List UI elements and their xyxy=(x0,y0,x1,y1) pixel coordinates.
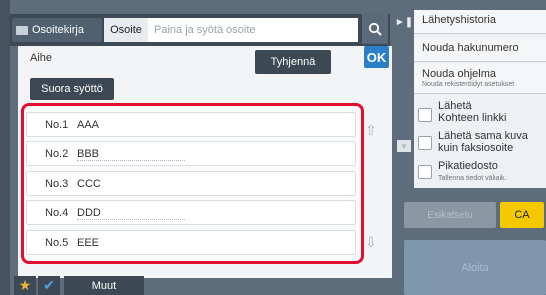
send-history-label: Lähetyshistoria xyxy=(422,14,496,26)
item-name: EEE xyxy=(77,237,100,249)
direct-entry-button[interactable]: Suora syöttö xyxy=(30,78,114,100)
send-fax-line-2: kuin faksiosoite xyxy=(438,142,514,154)
ok-button[interactable]: OK xyxy=(364,46,389,68)
send-fax-label: Lähetä sama kuva kuin faksiosoite xyxy=(438,130,528,154)
favorite-star-icon[interactable]: ★ xyxy=(14,276,36,295)
item-number: No.5 xyxy=(45,237,69,249)
addressbook-label: Osoitekirja xyxy=(32,24,84,36)
panel-toggle-icon[interactable]: ►❚ xyxy=(395,14,413,30)
item-number: No.1 xyxy=(45,119,69,131)
retrieve-program-button[interactable]: Nouda ohjelma Nouda rekisteröidyt asetuk… xyxy=(414,64,546,94)
search-icon xyxy=(368,22,382,36)
retrieve-number-label: Nouda hakunumero xyxy=(422,42,519,54)
item-name: AAA xyxy=(77,119,100,131)
address-input[interactable] xyxy=(148,18,358,42)
checkmark-icon[interactable]: ✔ xyxy=(38,276,60,295)
send-fax-checkbox[interactable] xyxy=(418,136,432,150)
list-item[interactable]: No.1 AAA xyxy=(26,112,356,137)
item-name: CCC xyxy=(77,178,101,190)
quick-file-title: Pikatiedosto xyxy=(438,160,498,172)
left-edge xyxy=(0,0,10,295)
retrieve-program-sub: Nouda rekisteröidyt asetukset xyxy=(422,81,515,88)
clear-button[interactable]: Tyhjennä xyxy=(255,50,331,74)
send-fax-line-1: Lähetä sama kuva xyxy=(438,130,528,142)
item-number: No.4 xyxy=(45,207,69,219)
send-link-line-2: Kohteen linkki xyxy=(438,112,507,124)
address-label: Osoite xyxy=(104,18,148,42)
subject-label: Aihe xyxy=(30,52,53,64)
screen-background: Osoitekirja Osoite Aihe Tyhjennä OK Suor… xyxy=(0,0,546,295)
send-link-label: Lähetä Kohteen linkki xyxy=(438,100,507,124)
dotted-separator xyxy=(77,219,185,220)
scroll-down-icon[interactable]: ⇩ xyxy=(364,228,378,256)
search-button[interactable] xyxy=(362,14,388,44)
item-number: No.2 xyxy=(45,148,69,160)
dropdown-arrow-icon[interactable]: ▼ xyxy=(397,140,411,152)
preview-button[interactable]: Esikatselu xyxy=(404,202,496,228)
ca-button[interactable]: CA xyxy=(500,202,544,228)
send-history-button[interactable]: Lähetyshistoria xyxy=(414,10,546,34)
list-item[interactable]: No.2 BBB xyxy=(26,141,356,166)
send-link-checkbox[interactable] xyxy=(418,108,432,122)
retrieve-program-label: Nouda ohjelma xyxy=(422,68,496,80)
list-item[interactable]: No.4 DDD xyxy=(26,200,356,225)
start-button[interactable]: Aloita xyxy=(404,240,546,295)
quick-file-label: Pikatiedosto Tallenna tiedot väliaik. xyxy=(438,160,507,185)
list-item[interactable]: No.5 EEE xyxy=(26,230,356,255)
scroll-up-icon[interactable]: ⇧ xyxy=(364,116,378,144)
quick-file-checkbox[interactable] xyxy=(418,165,432,179)
retrieve-number-button[interactable]: Nouda hakunumero xyxy=(414,38,546,62)
more-button[interactable]: Muut xyxy=(64,276,144,295)
book-icon xyxy=(16,25,28,35)
item-number: No.3 xyxy=(45,178,69,190)
quick-file-sub: Tallenna tiedot väliaik. xyxy=(438,175,507,182)
item-name: BBB xyxy=(77,148,100,160)
list-item[interactable]: No.3 CCC xyxy=(26,171,356,196)
item-name: DDD xyxy=(77,207,101,219)
addressbook-button[interactable]: Osoitekirja xyxy=(12,18,102,42)
send-link-line-1: Lähetä xyxy=(438,100,472,112)
dotted-separator xyxy=(77,160,185,161)
